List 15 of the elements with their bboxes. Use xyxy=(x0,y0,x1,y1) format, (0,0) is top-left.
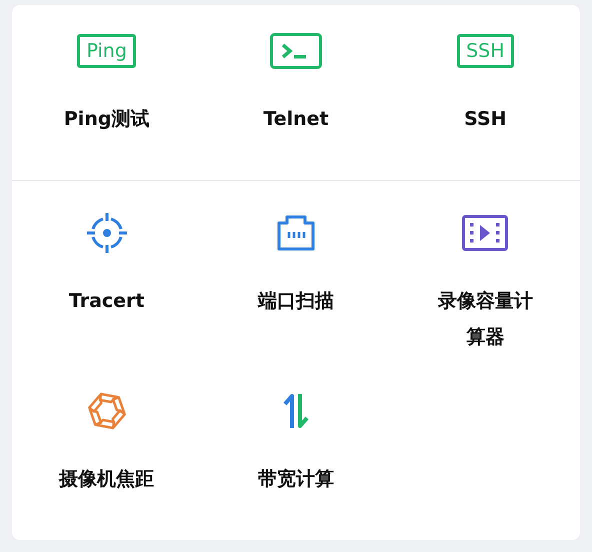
tool-button[interactable]: 录像容量计算器 xyxy=(390,181,580,359)
tool-button[interactable]: Tracert xyxy=(12,181,202,359)
aperture-icon xyxy=(86,391,127,431)
text-badge-icon: SSH xyxy=(457,34,514,68)
tool-button[interactable]: Ping Ping测试 xyxy=(12,0,202,177)
tool-button[interactable]: SSH SSH xyxy=(390,0,580,177)
crosshair-icon xyxy=(84,211,129,255)
tool-button[interactable]: 端口扫描 xyxy=(201,181,391,359)
tool-button[interactable]: Telnet xyxy=(201,0,391,177)
tool-button[interactable]: 摄像机焦距 xyxy=(12,359,202,537)
text-badge-icon: Ping xyxy=(77,34,136,68)
ethernet-port-icon xyxy=(276,215,316,251)
terminal-icon xyxy=(270,33,322,69)
tool-button[interactable]: 带宽计算 xyxy=(201,359,391,537)
film-play-icon xyxy=(462,215,508,251)
